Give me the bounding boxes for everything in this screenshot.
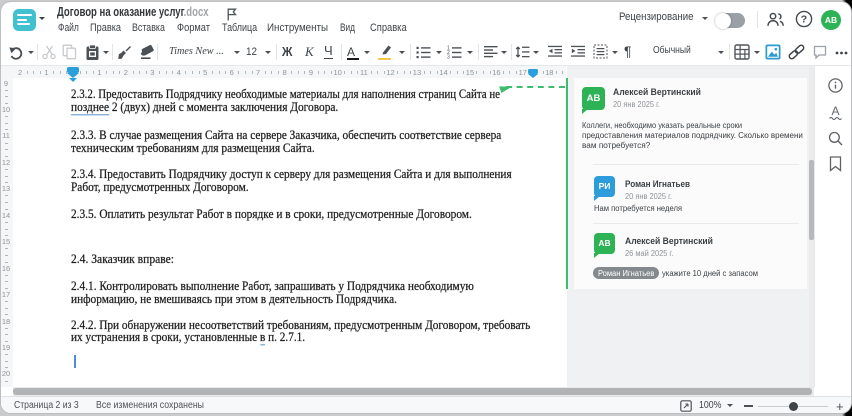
- svg-text:3: 3: [447, 55, 450, 59]
- svg-text:А: А: [831, 104, 839, 118]
- svg-text:?: ?: [801, 14, 807, 26]
